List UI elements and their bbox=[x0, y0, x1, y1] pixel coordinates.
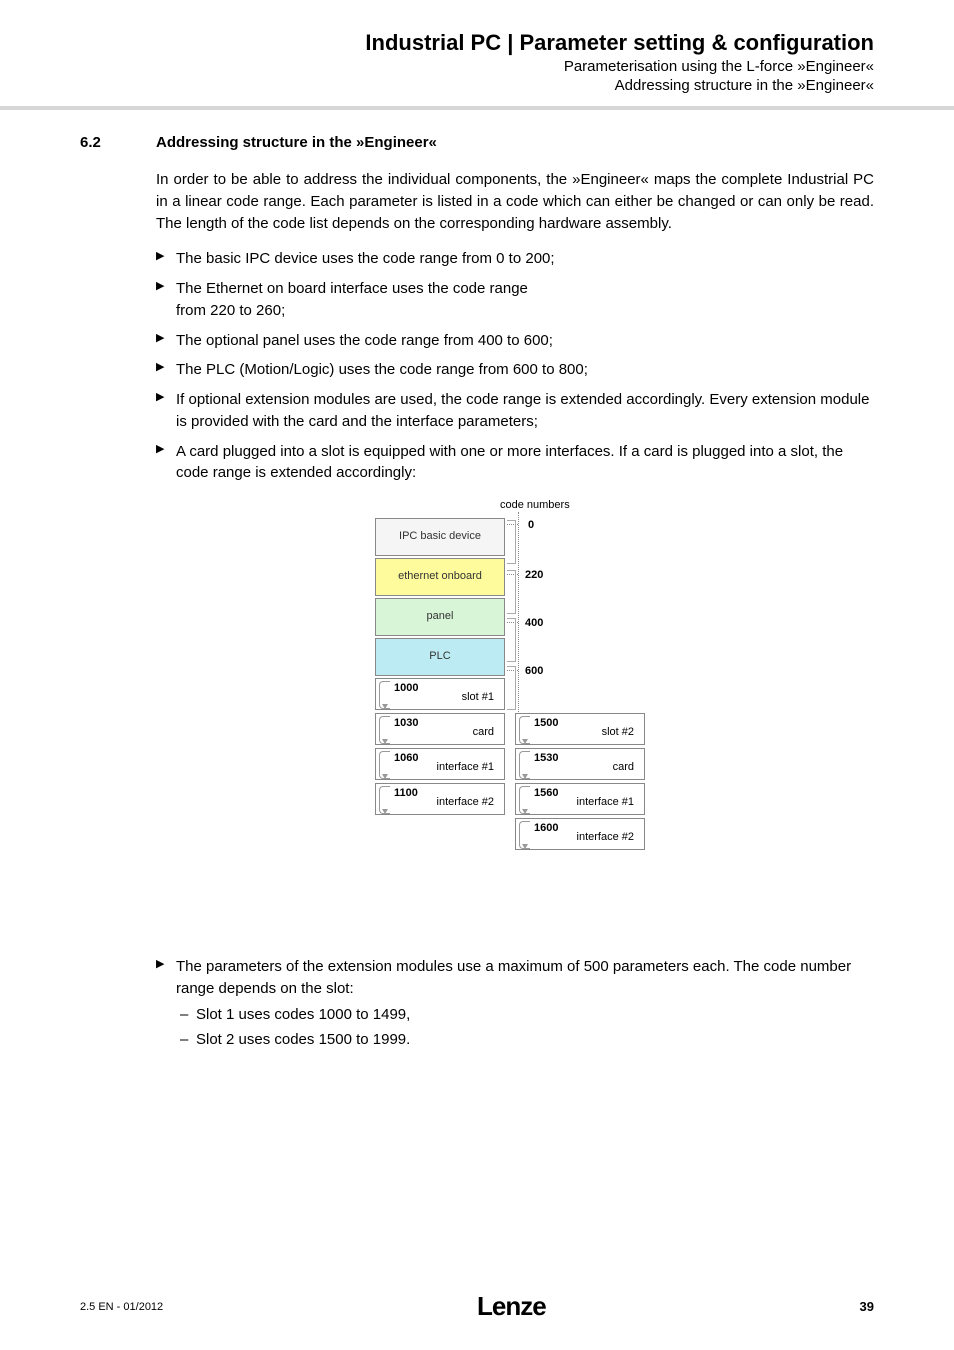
diagram-title: code numbers bbox=[500, 498, 570, 514]
list-item: Slot 1 uses codes 1000 to 1499, bbox=[196, 1004, 874, 1026]
content: 6.2 Addressing structure in the »Enginee… bbox=[0, 110, 954, 1051]
down-arrow-icon bbox=[379, 716, 390, 744]
section-title: Addressing structure in the »Engineer« bbox=[156, 134, 437, 151]
lenze-logo: Lenze bbox=[477, 1291, 546, 1322]
down-arrow-icon bbox=[379, 786, 390, 814]
intro-paragraph: In order to be able to address the indiv… bbox=[156, 169, 874, 234]
diagram-slot1-if1: 1060 interface #1 bbox=[375, 748, 505, 780]
list-item: The optional panel uses the code range f… bbox=[156, 330, 874, 352]
diagram-block-panel: panel bbox=[375, 598, 505, 636]
diagram-slot2-if2: 1600 interface #2 bbox=[515, 818, 645, 850]
bullet-list-top: The basic IPC device uses the code range… bbox=[156, 248, 874, 484]
down-arrow-icon bbox=[519, 821, 530, 849]
list-item: If optional extension modules are used, … bbox=[156, 389, 874, 433]
list-item: A card plugged into a slot is equipped w… bbox=[156, 441, 874, 485]
down-arrow-icon bbox=[519, 786, 530, 814]
list-item: The basic IPC device uses the code range… bbox=[156, 248, 874, 270]
page-number: 39 bbox=[860, 1299, 874, 1314]
diagram-slot2-if1: 1560 interface #1 bbox=[515, 783, 645, 815]
diagram-block-ethernet: ethernet onboard bbox=[375, 558, 505, 596]
down-arrow-icon bbox=[519, 716, 530, 744]
addressing-diagram: code numbers 0 220 400 600 IPC basic dev… bbox=[365, 498, 665, 938]
list-item: The parameters of the extension modules … bbox=[156, 956, 874, 1051]
down-arrow-icon bbox=[519, 751, 530, 779]
diagram-block-ipc: IPC basic device bbox=[375, 518, 505, 556]
page-footer: 2.5 EN - 01/2012 Lenze 39 bbox=[0, 1291, 954, 1322]
sub-bullet-list: Slot 1 uses codes 1000 to 1499, Slot 2 u… bbox=[176, 1004, 874, 1052]
down-arrow-icon bbox=[379, 681, 390, 709]
header-sub2: Addressing structure in the »Engineer« bbox=[80, 77, 874, 94]
list-item: Slot 2 uses codes 1500 to 1999. bbox=[196, 1029, 874, 1051]
section-number: 6.2 bbox=[80, 134, 120, 151]
diagram-slot1: 1000 slot #1 bbox=[375, 678, 505, 710]
down-arrow-icon bbox=[379, 751, 390, 779]
diagram-slot2-card: 1530 card bbox=[515, 748, 645, 780]
diagram-slot1-if2: 1100 interface #2 bbox=[375, 783, 505, 815]
section-heading: 6.2 Addressing structure in the »Enginee… bbox=[80, 134, 874, 151]
diagram-slot1-card: 1030 card bbox=[375, 713, 505, 745]
header-title: Industrial PC | Parameter setting & conf… bbox=[80, 30, 874, 56]
page-header: Industrial PC | Parameter setting & conf… bbox=[0, 0, 954, 110]
diagram-block-plc: PLC bbox=[375, 638, 505, 676]
list-item: The Ethernet on board interface uses the… bbox=[156, 278, 874, 322]
footer-left: 2.5 EN - 01/2012 bbox=[80, 1301, 163, 1313]
header-sub1: Parameterisation using the L-force »Engi… bbox=[80, 58, 874, 75]
diagram-slot2: 1500 slot #2 bbox=[515, 713, 645, 745]
list-item: The PLC (Motion/Logic) uses the code ran… bbox=[156, 359, 874, 381]
bullet-list-bottom: The parameters of the extension modules … bbox=[156, 956, 874, 1051]
